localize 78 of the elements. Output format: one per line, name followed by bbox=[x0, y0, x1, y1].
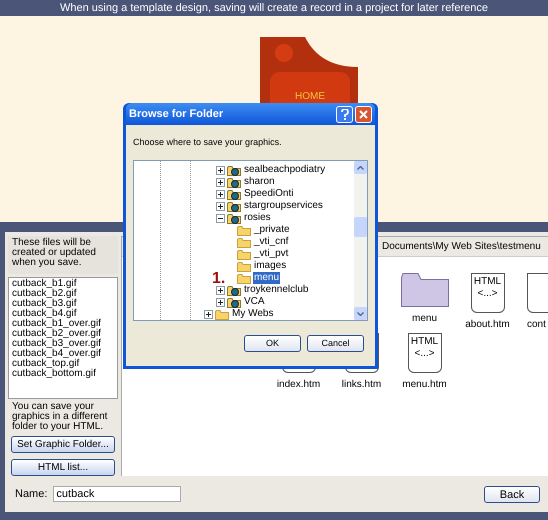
file-name: cutback_b3.gif bbox=[12, 299, 78, 310]
name-field[interactable]: cutback bbox=[53, 486, 182, 502]
file-label[interactable]: index.htm bbox=[276, 377, 320, 392]
tree-item[interactable]: _private bbox=[253, 224, 291, 236]
folder-globe-icon bbox=[227, 176, 241, 188]
expand-icon[interactable] bbox=[216, 298, 225, 306]
file-label[interactable]: menu.htm bbox=[402, 377, 447, 392]
cancel-button[interactable]: Cancel bbox=[307, 335, 364, 352]
expand-icon[interactable] bbox=[216, 190, 225, 198]
info-text: You can save your graphics in a different folder to your HTML. bbox=[11, 402, 108, 433]
scroll-up-button[interactable] bbox=[354, 161, 367, 174]
icon-text: HTML bbox=[410, 336, 438, 348]
file-label[interactable]: cont bbox=[527, 317, 546, 332]
tree-item[interactable]: VCA bbox=[243, 296, 266, 308]
expand-icon[interactable] bbox=[216, 166, 225, 174]
tree-item[interactable]: rosies bbox=[243, 212, 272, 224]
info-text: These files will be created or updated when you save. bbox=[8, 236, 118, 274]
chevron-up-icon bbox=[357, 166, 364, 170]
expand-icon[interactable] bbox=[204, 310, 213, 318]
help-icon bbox=[340, 108, 348, 120]
folder-globe-icon bbox=[227, 284, 241, 296]
file-label[interactable]: about.htm bbox=[465, 317, 510, 332]
folder-icon bbox=[400, 273, 448, 307]
scroll-thumb[interactable] bbox=[354, 216, 367, 236]
tree-item[interactable]: SpeediOnti bbox=[243, 188, 294, 200]
file-name: cutback_bottom.gif bbox=[12, 369, 97, 380]
file-name: cutback_b4.gif bbox=[12, 309, 76, 320]
icon-text: <...> bbox=[477, 288, 498, 300]
folder-icon bbox=[237, 236, 251, 248]
tree-item[interactable]: sharon bbox=[243, 176, 276, 188]
tree-item[interactable]: sealbeachpodiatry bbox=[243, 164, 326, 176]
icon-text: HTML bbox=[474, 276, 502, 288]
close-button[interactable] bbox=[355, 106, 372, 122]
folder-icon bbox=[215, 308, 229, 320]
collapse-icon[interactable] bbox=[216, 214, 225, 222]
folder-globe-icon bbox=[227, 212, 241, 224]
folder-globe-icon bbox=[227, 296, 241, 308]
file-name: cutback_b2.gif bbox=[12, 289, 78, 300]
step-annotation: 1. bbox=[212, 271, 226, 287]
file-name: cutback_b2_over.gif bbox=[12, 329, 102, 340]
folder-icon bbox=[237, 224, 251, 236]
folder-icon bbox=[237, 248, 251, 260]
folder-icon bbox=[237, 260, 251, 272]
set-folder-button[interactable]: Set Graphic Folder... bbox=[11, 436, 115, 453]
chevron-down-icon bbox=[357, 312, 364, 316]
expand-icon[interactable] bbox=[216, 286, 225, 294]
html-list-button[interactable]: HTML list... bbox=[11, 459, 115, 476]
file-name: cutback_b4_over.gif bbox=[12, 349, 102, 360]
banner-text: When using a template design, saving will create a record in a project for later reference bbox=[60, 2, 488, 14]
tree-item[interactable]: images bbox=[253, 260, 288, 272]
file-name: cutback_b1_over.gif bbox=[12, 319, 102, 330]
file-name: cutback_top.gif bbox=[12, 359, 80, 370]
tree-item[interactable]: _vti_pvt bbox=[253, 248, 290, 260]
folder-globe-icon bbox=[227, 200, 241, 212]
folder-icon bbox=[237, 272, 251, 284]
expand-icon[interactable] bbox=[216, 202, 225, 210]
help-button[interactable] bbox=[336, 106, 353, 122]
tree-item[interactable]: stargroupservices bbox=[243, 200, 324, 212]
dialog-title: Browse for Folder bbox=[129, 106, 224, 122]
file-label[interactable]: menu bbox=[412, 311, 437, 326]
logo-label: HOME bbox=[295, 92, 325, 102]
file-label[interactable]: links.htm bbox=[342, 377, 382, 392]
name-label: Name: bbox=[15, 486, 48, 502]
file-name: cutback_b1.gif bbox=[12, 279, 78, 290]
icon-text: <...> bbox=[414, 348, 434, 360]
tree-item[interactable]: menu bbox=[253, 272, 280, 284]
folder-globe-icon bbox=[227, 164, 241, 176]
scroll-down-button[interactable] bbox=[354, 307, 367, 320]
tree-item[interactable]: My Webs bbox=[231, 308, 274, 320]
dialog-prompt: Choose where to save your graphics. bbox=[133, 136, 283, 149]
tree-item[interactable]: troykennelclub bbox=[243, 284, 310, 296]
folder-globe-icon bbox=[227, 188, 241, 200]
tree-item[interactable]: _vti_cnf bbox=[253, 236, 290, 248]
file-name: cutback_b3_over.gif bbox=[12, 339, 102, 350]
back-button[interactable]: Back bbox=[484, 486, 540, 502]
path-text: Documents\My Web Sites\testmenu bbox=[382, 240, 541, 254]
close-icon bbox=[359, 110, 368, 118]
expand-icon[interactable] bbox=[216, 178, 225, 186]
